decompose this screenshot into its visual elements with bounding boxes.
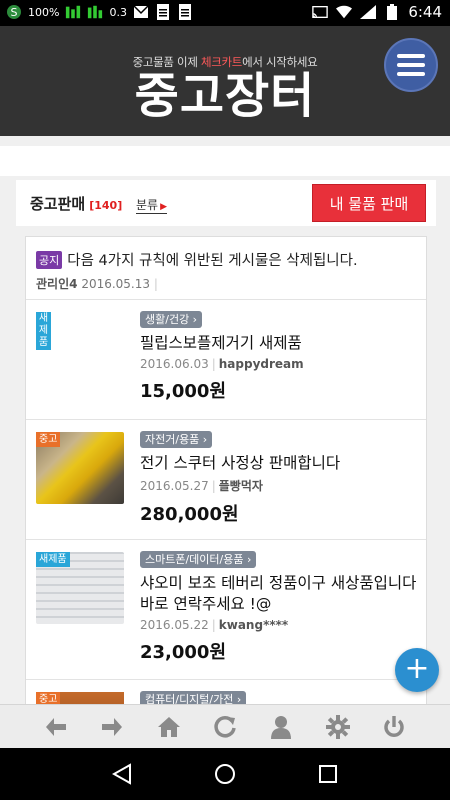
signal-value: 0.3	[109, 5, 127, 19]
item-user: happydream	[218, 357, 304, 371]
battery-icon	[384, 3, 400, 21]
item-thumbnail: 새제품	[36, 552, 124, 624]
status-bar: S 100% 0.3 6:44	[0, 0, 450, 26]
notice-author: 관리인4	[36, 277, 78, 291]
refresh-button[interactable]	[210, 712, 240, 742]
item-price: 23,000원	[140, 642, 227, 663]
notice-tag: 공지	[36, 250, 63, 269]
settings-button[interactable]	[323, 712, 353, 742]
refresh-icon	[214, 715, 236, 737]
list-item[interactable]: 새제품 생활/건강 › 필립스보플제거기 새제품 2016.06.03 | happ…	[26, 299, 426, 419]
category-tag: 자전거/용품 ›	[140, 431, 213, 448]
system-nav-bar	[0, 748, 450, 800]
section-header: 중고판매 [140] 분류 ▶ 내 물품 판매	[16, 180, 436, 226]
listing-card: 공지 다음 4가지 규칙에 위반된 게시물은 삭제됩니다. 관리인4 2016.…	[25, 236, 427, 716]
user-icon	[271, 715, 292, 739]
forward-button[interactable]	[97, 712, 127, 742]
bottom-toolbar	[0, 704, 450, 748]
item-user: 플빵먹자	[218, 479, 263, 493]
notice-meta: 관리인4 2016.05.13 |	[36, 277, 158, 291]
document-icon-2	[177, 3, 193, 21]
hamburger-menu-button[interactable]	[384, 38, 438, 92]
back-arrow-icon	[46, 717, 67, 736]
wifi-icon	[336, 3, 353, 21]
power-icon	[384, 715, 404, 737]
recents-square-icon	[319, 765, 338, 783]
system-back-button[interactable]	[108, 760, 136, 788]
home-icon	[157, 716, 180, 737]
hamburger-icon-line	[397, 63, 425, 67]
list-item[interactable]: 중고 자전거/용품 › 전기 스쿠터 사정상 판매합니다 2016.05.27 |…	[26, 419, 426, 539]
item-title: 전기 스쿠터 사정상 판매합니다	[140, 454, 341, 472]
new-badge: 새제품	[36, 552, 70, 567]
item-title: 샤오미 보조 테버리 정품이구 새상품입니다 바로 연락주세요 !@	[140, 574, 417, 613]
notice-text: 다음 4가지 규칙에 위반된 게시물은 삭제됩니다.	[67, 253, 358, 269]
subtitle-prefix: 중고물품 이제	[132, 55, 201, 69]
caret-right-icon: ▶	[160, 202, 168, 212]
hamburger-icon	[397, 54, 425, 58]
equalizer-icon	[65, 3, 81, 21]
item-meta: 2016.06.03 | happydream	[140, 357, 304, 371]
mail-icon	[133, 3, 149, 21]
power-button[interactable]	[379, 712, 409, 742]
new-badge: 새제품	[36, 312, 51, 350]
s-app-icon: S	[6, 3, 22, 21]
document-icon	[155, 3, 171, 21]
subtitle-suffix: 에서 시작하세요	[242, 55, 318, 69]
forward-arrow-icon	[102, 717, 123, 736]
sort-label: 분류	[136, 198, 159, 212]
sell-my-item-button[interactable]: 내 물품 판매	[312, 184, 426, 222]
notice-row[interactable]: 공지 다음 4가지 규칙에 위반된 게시물은 삭제됩니다. 관리인4 2016.…	[36, 249, 416, 292]
item-info: 생활/건강 › 필립스보플제거기 새제품 2016.06.03 | happydre…	[140, 308, 420, 403]
battery-small-label: 100%	[28, 5, 60, 19]
category-sort-link[interactable]: 분류 ▶	[136, 196, 168, 214]
item-price: 15,000원	[140, 381, 227, 402]
category-tag: 스마트폰/데이터/용품 ›	[140, 551, 257, 568]
category-label: 생활/건강	[145, 313, 190, 326]
item-title: 필립스보플제거기 새제품	[140, 334, 302, 352]
item-meta: 2016.05.22 | kwang****	[140, 618, 289, 632]
notice-line: 공지 다음 4가지 규칙에 위반된 게시물은 삭제됩니다.	[36, 249, 416, 270]
used-badge: 중고	[36, 432, 61, 447]
item-count: [140]	[89, 199, 123, 212]
cast-icon	[312, 3, 329, 21]
spacer-strip	[0, 146, 450, 176]
back-button[interactable]	[41, 712, 71, 742]
item-user: kwang****	[218, 618, 289, 632]
settings-icon	[325, 714, 350, 739]
item-thumbnail: 새제품	[36, 312, 124, 384]
section-title: 중고판매 [140]	[30, 193, 122, 214]
profile-button[interactable]	[266, 712, 296, 742]
header-title: 중고장터	[134, 68, 316, 124]
category-label: 자전거/용품	[145, 433, 200, 446]
status-bar-right: 6:44	[312, 3, 442, 21]
back-triangle-icon	[111, 763, 131, 785]
category-tag: 생활/건강 ›	[140, 311, 203, 328]
system-home-button[interactable]	[211, 760, 239, 788]
item-date: 2016.05.27	[140, 479, 209, 493]
hamburger-icon-line	[397, 72, 425, 76]
item-date: 2016.05.22	[140, 618, 209, 632]
category-label: 스마트폰/데이터/용품	[145, 553, 244, 566]
item-price: 280,000원	[140, 504, 239, 525]
header-banner: 중고물품 이제 체크카트에서 시작하세요 중고장터	[0, 26, 450, 136]
status-bar-left: S 100% 0.3	[6, 3, 193, 21]
system-recents-button[interactable]	[314, 760, 342, 788]
home-button[interactable]	[154, 712, 184, 742]
item-meta: 2016.05.27 | 플빵먹자	[140, 479, 263, 493]
item-date: 2016.06.03	[140, 357, 209, 371]
home-circle-icon	[214, 764, 235, 784]
add-item-fab[interactable]: +	[395, 648, 439, 692]
cell-signal-icon	[360, 3, 377, 21]
clock: 6:44	[408, 3, 442, 21]
section-title-text: 중고판매	[30, 195, 86, 213]
subtitle-highlight: 체크카트	[200, 55, 243, 69]
item-thumbnail: 중고	[36, 432, 124, 504]
svg-text:S: S	[11, 6, 18, 19]
notice-date: 2016.05.13	[81, 277, 151, 291]
equalizer-icon-2	[87, 3, 103, 21]
item-info: 자전거/용품 › 전기 스쿠터 사정상 판매합니다 2016.05.27 | 플빵먹…	[140, 428, 420, 526]
item-info: 스마트폰/데이터/용품 › 샤오미 보조 테버리 정품이구 새상품입니다 바로 …	[140, 548, 420, 664]
list-item[interactable]: 새제품 스마트폰/데이터/용품 › 샤오미 보조 테버리 정품이구 새상품입니다…	[26, 539, 426, 679]
